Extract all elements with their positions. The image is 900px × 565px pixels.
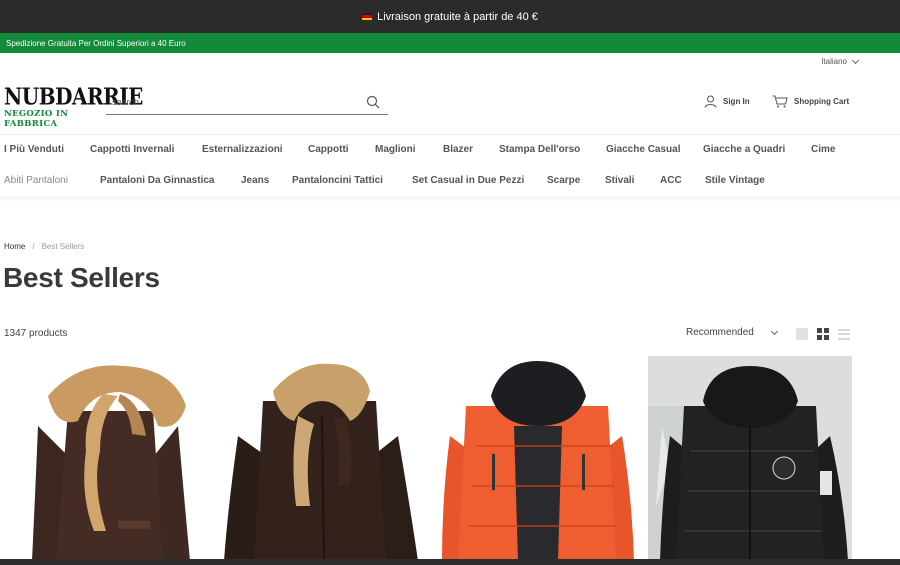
- nav-item-pantaloncini-tattici[interactable]: Pantaloncini Tattici: [292, 175, 383, 186]
- nav-item-stivali[interactable]: Stivali: [605, 175, 634, 186]
- nav-item-set-casual-in-due-pezzi[interactable]: Set Casual in Due Pezzi: [412, 175, 524, 186]
- product-card[interactable]: [648, 356, 852, 561]
- product-image-brown-shearling-jacket: [8, 356, 208, 561]
- chevron-down-icon: [851, 56, 860, 64]
- sort-select[interactable]: Recommended: [686, 327, 778, 338]
- nav-item-abiti-pantaloni[interactable]: Abiti Pantaloni: [4, 175, 68, 186]
- cart-label: Shopping Cart: [794, 97, 850, 106]
- product-grid: [0, 356, 900, 561]
- nav-item-giacche-a-quadri[interactable]: Giacche a Quadri: [703, 144, 785, 155]
- logo[interactable]: NUBDARRIE NEGOZIO IN FABBRICA: [4, 82, 143, 129]
- breadcrumb-home[interactable]: Home: [4, 242, 25, 251]
- breadcrumb: Home / Best Sellers: [4, 242, 84, 251]
- nav-item-pantaloni-da-ginnastica[interactable]: Pantaloni Da Ginnastica: [100, 175, 214, 186]
- nav-item-jeans[interactable]: Jeans: [241, 175, 269, 186]
- breadcrumb-separator: /: [32, 242, 35, 251]
- nav-item-giacche-casual[interactable]: Giacche Casual: [606, 144, 680, 155]
- promo-text: Spedizione Gratuita Per Ordini Superiori…: [6, 38, 186, 48]
- logo-wordmark: NUBDARRIE: [4, 82, 143, 111]
- nav-item-i-piu-venduti[interactable]: I Più Venduti: [4, 144, 64, 155]
- nav-item-stile-vintage[interactable]: Stile Vintage: [705, 175, 765, 186]
- shopping-cart-link[interactable]: Shopping Cart: [772, 95, 849, 108]
- flag-icon: [362, 13, 373, 20]
- product-count: 1347 products: [4, 328, 68, 339]
- language-selector[interactable]: Italiano: [821, 56, 860, 66]
- nav-item-cappotti[interactable]: Cappotti: [308, 144, 349, 155]
- grid-view-icon[interactable]: [817, 328, 829, 340]
- nav-item-scarpe[interactable]: Scarpe: [547, 175, 580, 186]
- search-input[interactable]: [106, 90, 356, 114]
- nav-item-stampa-dellorso[interactable]: Stampa Dell'orso: [499, 144, 580, 155]
- chevron-down-icon: [770, 327, 778, 335]
- view-toggle: [796, 328, 850, 340]
- sign-in-label: Sign In: [723, 97, 750, 106]
- breadcrumb-current: Best Sellers: [41, 242, 85, 251]
- product-image-black-hooded-puffer-jacket: [648, 356, 852, 561]
- list-view-icon[interactable]: [838, 328, 850, 340]
- product-card[interactable]: [8, 356, 208, 561]
- nav-shadow: [0, 196, 900, 202]
- large-view-icon[interactable]: [796, 328, 808, 340]
- header-divider: [0, 134, 900, 135]
- announcement-bar: Livraison gratuite à partir de 40 €: [0, 0, 900, 33]
- cart-icon: [772, 95, 788, 108]
- user-icon: [704, 95, 717, 108]
- nav-item-cime[interactable]: Cime: [811, 144, 835, 155]
- nav-item-blazer[interactable]: Blazer: [443, 144, 473, 155]
- search-icon[interactable]: [366, 95, 380, 109]
- nav-item-acc[interactable]: ACC: [660, 175, 682, 186]
- nav-item-cappotti-invernali[interactable]: Cappotti Invernali: [90, 144, 174, 155]
- search-bar: [106, 90, 388, 115]
- promo-bar: Spedizione Gratuita Per Ordini Superiori…: [0, 33, 900, 53]
- product-image-dark-leather-shearling-jacket: [218, 356, 422, 561]
- product-card[interactable]: [218, 356, 422, 561]
- nav-item-esternalizzazioni[interactable]: Esternalizzazioni: [202, 144, 283, 155]
- announcement-text: Livraison gratuite à partir de 40 €: [377, 10, 538, 23]
- logo-tagline: NEGOZIO IN FABBRICA: [4, 109, 69, 129]
- sort-selected-label: Recommended: [686, 327, 754, 338]
- nav-item-maglioni[interactable]: Maglioni: [375, 144, 416, 155]
- product-card[interactable]: [436, 356, 640, 561]
- language-label: Italiano: [821, 57, 847, 66]
- page-title: Best Sellers: [3, 262, 160, 293]
- bottom-strip: [0, 559, 900, 565]
- product-image-orange-puffer-jacket: [436, 356, 640, 561]
- sign-in-link[interactable]: Sign In: [704, 95, 750, 108]
